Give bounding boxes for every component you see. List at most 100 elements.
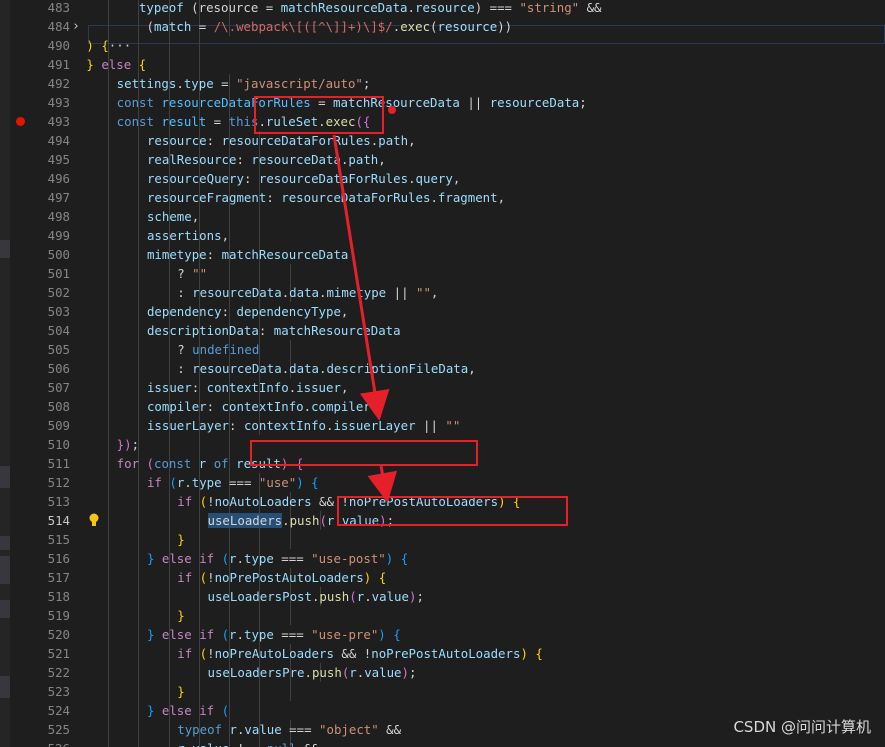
code-line[interactable]: } else if (r.type === "use-pre") { <box>88 625 885 644</box>
code-token: { <box>400 551 409 566</box>
code-line[interactable]: r.value !== null && <box>88 739 885 747</box>
indent-guide <box>108 739 109 747</box>
code-line[interactable]: } else if (r.type === "use-post") { <box>88 549 885 568</box>
code-token: { <box>393 627 401 642</box>
indent-guide <box>138 606 140 625</box>
gutter-row: 514 <box>10 511 99 530</box>
code-line[interactable]: useLoadersPre.push(r.value); <box>88 663 885 682</box>
gutter-row: 504 <box>10 321 88 340</box>
code-line[interactable]: issuer: contextInfo.issuer, <box>88 378 885 397</box>
code-token: ) <box>296 475 304 490</box>
gutter-row: 497 <box>10 188 88 207</box>
code-token: match <box>153 19 192 34</box>
code-line[interactable]: } else { <box>86 55 885 74</box>
indent-guide <box>108 625 109 644</box>
code-token: !== <box>229 741 266 747</box>
code-line[interactable]: scheme, <box>88 207 885 226</box>
indent-guide <box>289 264 291 283</box>
code-token: useLoadersPre <box>207 665 305 680</box>
code-line[interactable]: assertions, <box>88 226 885 245</box>
code-line[interactable]: resourceFragment: resourceDataForRules.f… <box>88 188 885 207</box>
code-line[interactable]: realResource: resourceData.path, <box>88 150 885 169</box>
code-token: = <box>265 0 281 15</box>
annotation-box-for-loop <box>250 440 478 466</box>
code-line[interactable]: } <box>88 682 885 701</box>
gutter-row: 526 <box>10 739 88 747</box>
code-token: . <box>303 399 312 414</box>
code-line[interactable]: for (const r of result) { <box>88 454 885 473</box>
code-text: ? undefined <box>177 340 259 359</box>
code-line[interactable]: } <box>88 530 885 549</box>
indent-guide <box>108 169 109 188</box>
code-line[interactable]: : resourceData.data.descriptionFileData, <box>88 359 885 378</box>
code-line[interactable]: settings.type = "javascript/auto"; <box>88 74 885 93</box>
indent-guide <box>259 264 261 283</box>
code-token: ( <box>430 19 438 34</box>
code-token: descriptionFileData <box>326 361 469 376</box>
gutter-row: 506 <box>10 359 88 378</box>
code-token: "" <box>445 418 461 433</box>
code-area[interactable]: typeof (resource = matchResourceData.res… <box>86 0 885 747</box>
gutter-row: 517 <box>10 568 88 587</box>
code-token: : <box>266 190 282 205</box>
code-line[interactable]: if (!noPreAutoLoaders && !noPrePostAutoL… <box>88 644 885 663</box>
line-number: 522 <box>47 665 70 680</box>
indent-guide <box>259 530 261 549</box>
code-text: r.value !== null && <box>177 739 319 747</box>
code-line[interactable]: resourceQuery: resourceDataForRules.quer… <box>88 169 885 188</box>
line-number: 516 <box>47 551 70 566</box>
indent-guide <box>138 188 140 207</box>
code-token: "string" <box>519 0 580 15</box>
indent-guide <box>138 283 140 302</box>
code-line[interactable]: mimetype: matchResourceData <box>88 245 885 264</box>
code-line[interactable]: descriptionData: matchResourceData <box>88 321 885 340</box>
code-line[interactable]: compiler: contextInfo.compiler, <box>88 397 885 416</box>
code-token: path <box>378 133 409 148</box>
code-token: value <box>371 589 409 604</box>
code-token: . <box>304 665 312 680</box>
code-token: null <box>267 741 297 747</box>
code-token: : <box>191 380 207 395</box>
code-line[interactable]: if (r.type === "use") { <box>88 473 885 492</box>
gutter-row: 500 <box>10 245 88 264</box>
code-line[interactable]: typeof (resource = matchResourceData.res… <box>88 0 885 17</box>
code-line[interactable]: (match = /\.webpack\[([^\]]+)\]$/.exec(r… <box>88 17 885 36</box>
code-line[interactable]: if (!noPrePostAutoLoaders) { <box>88 568 885 587</box>
code-line[interactable]: resource: resourceDataForRules.path, <box>88 131 885 150</box>
line-number: 501 <box>47 266 70 281</box>
gutter-row: 523 <box>10 682 88 701</box>
code-token: ( <box>169 475 177 490</box>
code-line[interactable]: const result = this.ruleSet.exec({ <box>88 112 885 131</box>
code-editor[interactable]: 483 484 › 490 491 492 493 493 494 495 496 497 498 499… <box>0 0 885 747</box>
code-line[interactable]: useLoadersPost.push(r.value); <box>88 587 885 606</box>
indent-guide <box>229 701 231 720</box>
code-line[interactable]: const resourceDataForRules = matchResour… <box>88 93 885 112</box>
indent-guide <box>289 530 291 549</box>
code-text: }); <box>117 435 139 454</box>
code-token: data <box>289 285 319 300</box>
indent-guide <box>289 606 291 625</box>
code-line[interactable]: } <box>88 606 885 625</box>
code-line[interactable]: ) {··· <box>86 36 885 55</box>
code-line[interactable]: dependency: dependencyType, <box>88 302 885 321</box>
indent-guide <box>138 264 140 283</box>
breakpoint-icon[interactable] <box>16 117 25 126</box>
strip-marker <box>0 466 10 488</box>
indent-guide <box>108 226 109 245</box>
code-token: = <box>191 19 214 34</box>
code-token: === <box>273 551 312 566</box>
code-line[interactable]: ? "" <box>88 264 885 283</box>
fold-chevron-icon[interactable]: › <box>72 17 80 36</box>
code-line[interactable]: issuerLayer: contextInfo.issuerLayer || … <box>88 416 885 435</box>
code-line[interactable]: : resourceData.data.mimetype || "", <box>88 283 885 302</box>
code-token: resourceDataForRules <box>258 171 409 186</box>
code-line[interactable]: ? undefined <box>88 340 885 359</box>
code-token: ! <box>207 646 215 661</box>
line-number: 493 <box>47 95 70 110</box>
code-token: , <box>430 285 439 300</box>
code-token: "use-pre" <box>311 627 379 642</box>
code-line[interactable]: }); <box>88 435 885 454</box>
line-number: 514 <box>47 513 70 528</box>
